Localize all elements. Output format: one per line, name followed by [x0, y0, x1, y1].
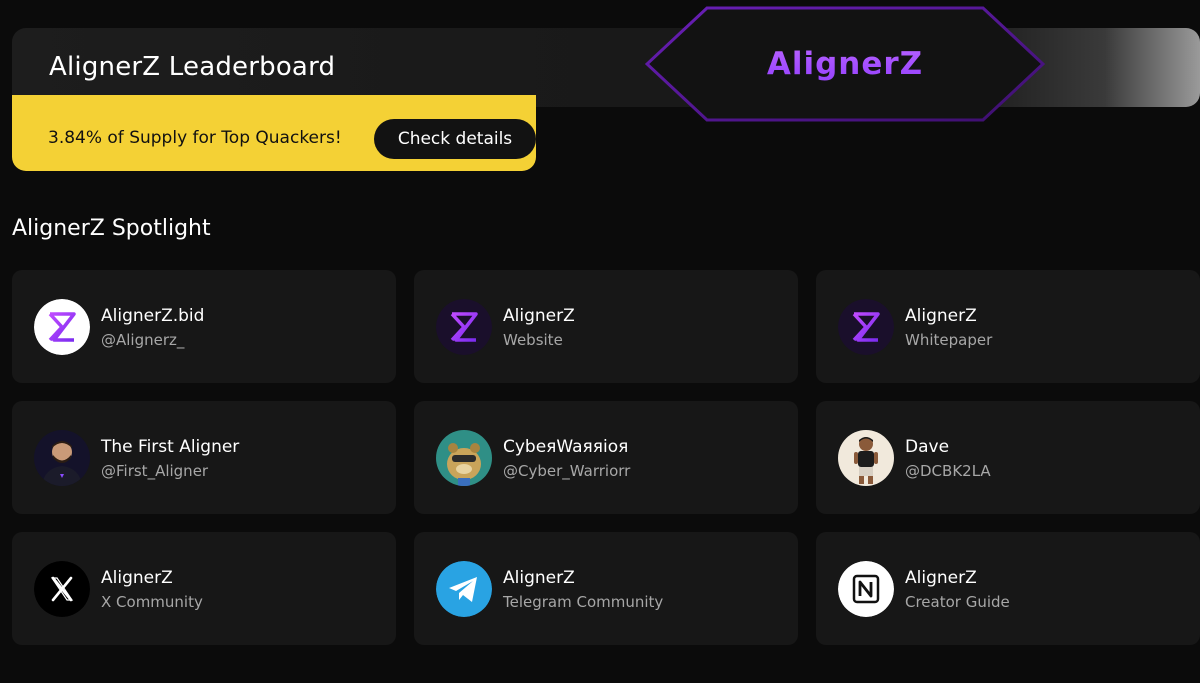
- profile-avatar: [34, 430, 90, 486]
- page: AlignerZ Leaderboard AlignerZ 3.84% of S…: [0, 0, 1200, 683]
- spotlight-card-x-community[interactable]: AlignerZ X Community: [12, 532, 396, 645]
- spotlight-card-telegram[interactable]: AlignerZ Telegram Community: [414, 532, 798, 645]
- card-name: AlignerZ: [503, 568, 575, 588]
- card-name: AlignerZ: [101, 568, 173, 588]
- card-name: Dave: [905, 437, 950, 457]
- spotlight-card-first-aligner[interactable]: The First Aligner @First_Aligner: [12, 401, 396, 514]
- spotlight-card-whitepaper[interactable]: AlignerZ Whitepaper: [816, 270, 1200, 383]
- promo-text: 3.84% of Supply for Top Quackers!: [48, 128, 342, 148]
- telegram-icon: [436, 561, 492, 617]
- spotlight-card-alignerz-bid[interactable]: AlignerZ.bid @Alignerz_: [12, 270, 396, 383]
- x-logo-icon: [34, 561, 90, 617]
- card-name: AlignerZ: [905, 568, 977, 588]
- brand-logo[interactable]: AlignerZ: [645, 6, 1045, 122]
- profile-avatar: [838, 430, 894, 486]
- check-details-button[interactable]: Check details: [374, 119, 536, 159]
- spotlight-card-creator-guide[interactable]: AlignerZ Creator Guide: [816, 532, 1200, 645]
- page-title: AlignerZ Leaderboard: [49, 52, 336, 82]
- alignerz-logo-icon: [436, 299, 492, 355]
- card-subtitle: @First_Aligner: [101, 462, 209, 480]
- card-subtitle: @Cyber_Warriorr: [503, 462, 631, 480]
- card-subtitle: Whitepaper: [905, 331, 993, 349]
- profile-avatar: [436, 430, 492, 486]
- card-name: CybeяWaяяioя: [503, 437, 629, 457]
- notion-icon: [838, 561, 894, 617]
- card-subtitle: @Alignerz_: [101, 331, 185, 349]
- section-title: AlignerZ Spotlight: [12, 216, 211, 241]
- promo-banner: 3.84% of Supply for Top Quackers! Check …: [12, 95, 536, 171]
- spotlight-card-website[interactable]: AlignerZ Website: [414, 270, 798, 383]
- spotlight-card-dave[interactable]: Dave @DCBK2LA: [816, 401, 1200, 514]
- card-subtitle: Website: [503, 331, 563, 349]
- spotlight-grid: AlignerZ.bid @Alignerz_ AlignerZ Website: [12, 270, 1200, 645]
- spotlight-card-cyber-warrior[interactable]: CybeяWaяяioя @Cyber_Warriorr: [414, 401, 798, 514]
- alignerz-logo-icon: [838, 299, 894, 355]
- card-name: AlignerZ: [503, 306, 575, 326]
- alignerz-logo-icon: [34, 299, 90, 355]
- card-name: AlignerZ.bid: [101, 306, 205, 326]
- card-name: AlignerZ: [905, 306, 977, 326]
- card-name: The First Aligner: [101, 437, 240, 457]
- card-subtitle: Telegram Community: [503, 593, 664, 611]
- card-subtitle: Creator Guide: [905, 593, 1010, 611]
- card-subtitle: @DCBK2LA: [905, 462, 991, 480]
- card-subtitle: X Community: [101, 593, 203, 611]
